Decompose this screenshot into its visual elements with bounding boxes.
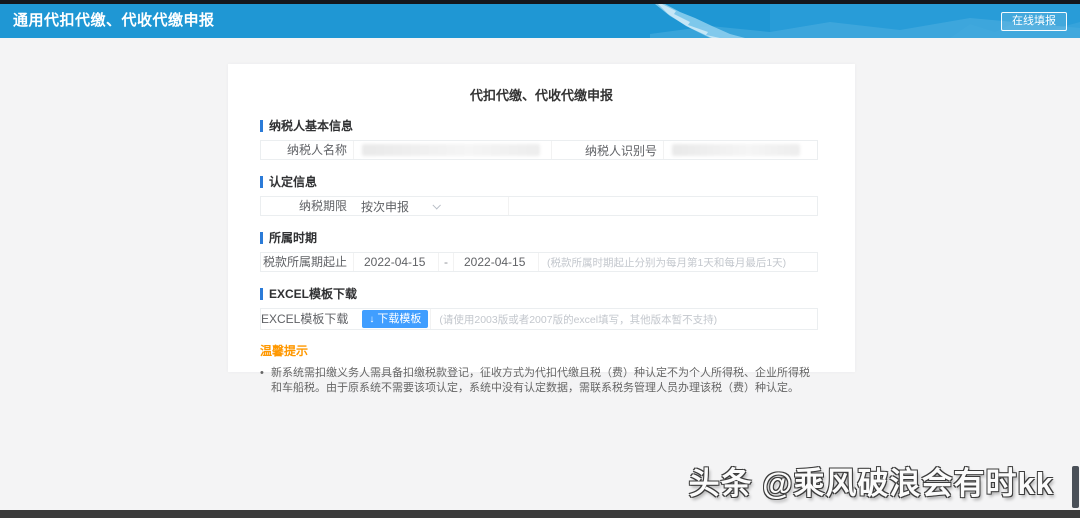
taxpayer-id-value: [663, 141, 817, 159]
tips-title: 温馨提示: [260, 344, 309, 358]
row-filler: [508, 197, 817, 215]
tax-period-row: 税款所属期起止 2022-04-15 - 2022-04-15 (税款所属时期起…: [260, 252, 818, 272]
tax-period-selected-value: 按次申报: [361, 199, 410, 214]
date-range-separator: -: [438, 253, 453, 271]
section-taxpayer-basic-info: 纳税人基本信息 纳税人名称 纳税人识别号: [260, 117, 818, 160]
app-window: 通用代扣代缴、代收代缴申报 在线填报 代扣代缴、代收代缴申报 纳税人基本信息 纳…: [0, 0, 1080, 518]
section-tax-period: 所属时期 税款所属期起止 2022-04-15 - 2022-04-15 (税款…: [260, 229, 818, 272]
download-button-label: 下载模板: [377, 313, 422, 325]
section-title: 所属时期: [269, 231, 318, 245]
chevron-down-icon: [432, 201, 441, 210]
redacted-taxpayer-name: [362, 144, 540, 156]
period-hint-text: (税款所属时期起止分别为每月第1天和每月最后1天): [538, 253, 817, 271]
section-accent-bar: [260, 287, 263, 300]
excel-button-cell: ↓ 下载模板: [354, 309, 430, 329]
section-accent-bar: [260, 119, 263, 132]
section-title: EXCEL模板下载: [269, 287, 358, 301]
excel-template-row: EXCEL模板下载 ↓ 下载模板 (请使用2003版或者2007版的excel填写…: [260, 308, 818, 330]
download-icon: ↓: [369, 314, 375, 325]
page-header: 通用代扣代缴、代收代缴申报 在线填报: [0, 4, 1080, 38]
vertical-scrollbar-thumb[interactable]: [1072, 466, 1079, 508]
section-recognition-info: 认定信息 纳税期限 按次申报: [260, 173, 818, 216]
toutiao-watermark: 头条 @乘风破浪会有时kk: [688, 466, 1054, 501]
page-title: 通用代扣代缴、代收代缴申报: [13, 12, 215, 29]
declaration-form-panel: 代扣代缴、代收代缴申报 纳税人基本信息 纳税人名称 纳税人识别号 认定信息 纳税…: [228, 64, 855, 394]
section-excel-template: EXCEL模板下载 EXCEL模板下载 ↓ 下载模板 (请使用2003版或者200…: [260, 285, 818, 330]
period-end-date-input[interactable]: 2022-04-15: [453, 253, 538, 271]
excel-hint-text: (请使用2003版或者2007版的excel填写，其他版本暂不支持): [430, 309, 817, 329]
taxpayer-name-label: 纳税人名称: [286, 143, 347, 157]
taxpayer-name-value: [353, 141, 551, 159]
period-start-date-input[interactable]: 2022-04-15: [353, 253, 438, 271]
recognition-row: 纳税期限 按次申报: [260, 196, 818, 216]
redacted-taxpayer-id: [672, 144, 800, 156]
section-accent-bar: [260, 175, 263, 188]
tips-block: 温馨提示 新系统需扣缴义务人需具备扣缴税款登记，征收方式为代扣代缴且税（费）种认…: [260, 342, 818, 396]
tax-period-select[interactable]: 按次申报: [353, 197, 508, 215]
section-title: 纳税人基本信息: [269, 119, 354, 133]
form-title: 代扣代缴、代收代缴申报: [469, 88, 613, 103]
section-title: 认定信息: [269, 175, 318, 189]
online-fill-button[interactable]: 在线填报: [1001, 12, 1067, 31]
taxpayer-id-label: 纳税人识别号: [551, 141, 663, 159]
excel-download-label: EXCEL模板下载: [261, 312, 349, 326]
taxpayer-info-row: 纳税人名称 纳税人识别号: [260, 140, 818, 160]
tax-period-label: 纳税期限: [298, 199, 347, 213]
download-template-button[interactable]: ↓ 下载模板: [362, 310, 429, 328]
period-range-label: 税款所属期起止: [262, 255, 347, 269]
section-accent-bar: [260, 231, 263, 244]
bottom-dark-bar: [0, 510, 1080, 518]
tips-item: 新系统需扣缴义务人需具备扣缴税款登记，征收方式为代扣代缴且税（费）种认定不为个人…: [260, 366, 816, 396]
